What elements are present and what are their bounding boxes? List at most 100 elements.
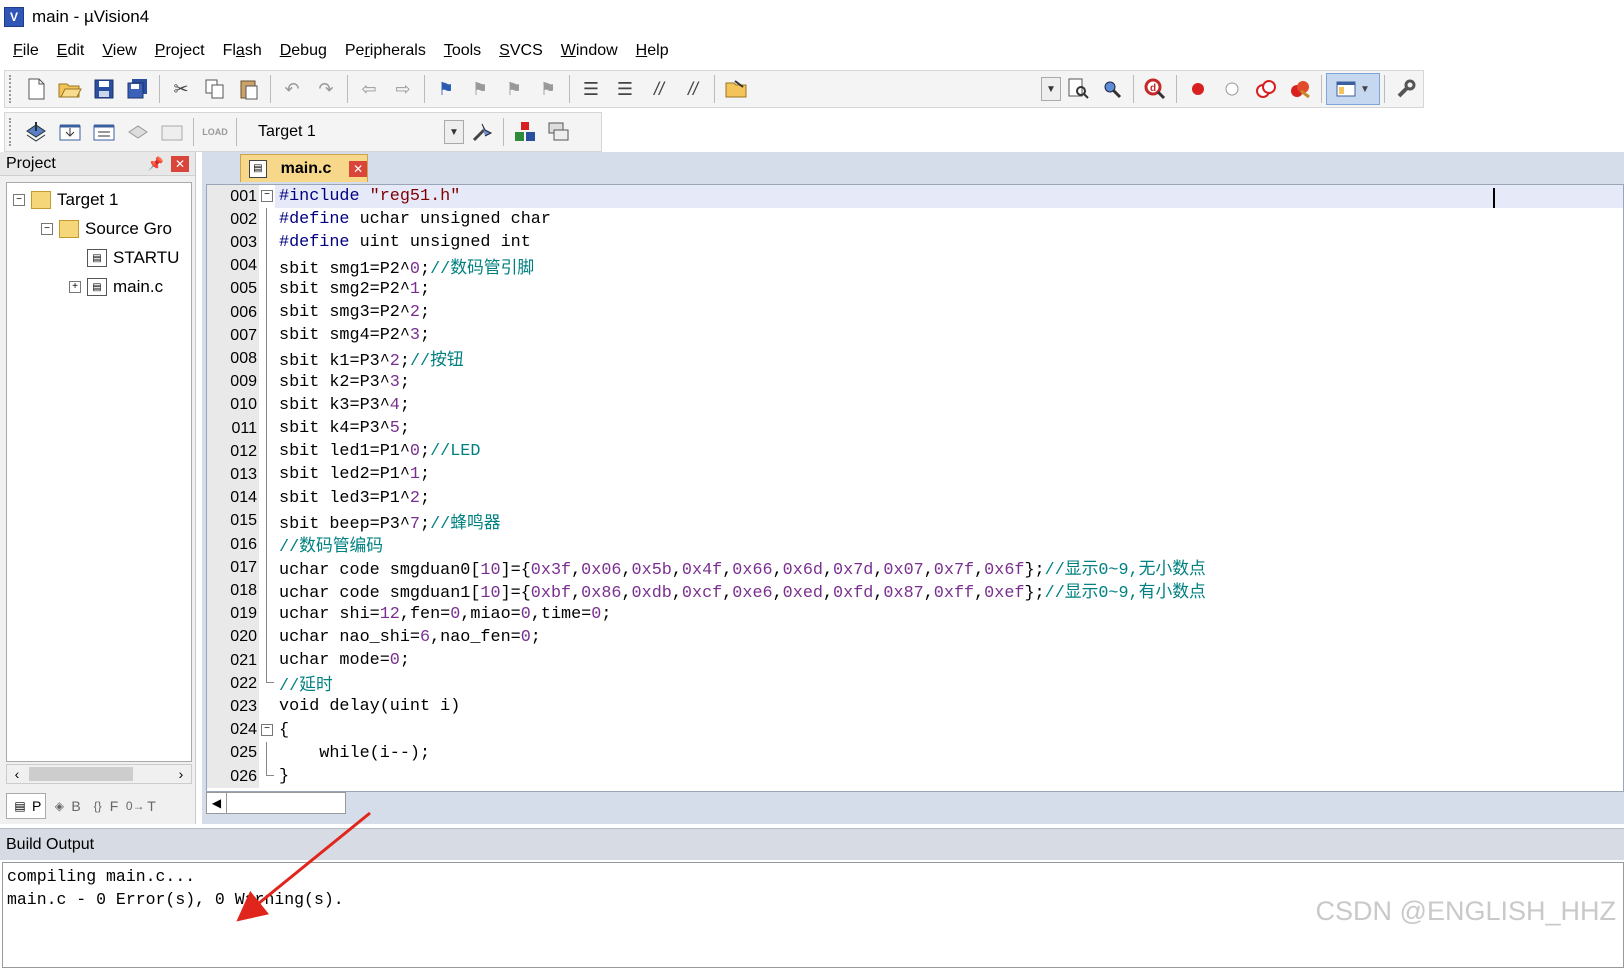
bookmark-insert-icon[interactable]: ⚑: [429, 73, 463, 105]
code-line[interactable]: 026}: [207, 765, 1623, 789]
translate-icon[interactable]: [19, 116, 53, 148]
code-line[interactable]: 003 #define uint unsigned int: [207, 231, 1623, 255]
tree-item[interactable]: − Source Gro: [41, 216, 172, 242]
rebuild-icon[interactable]: [87, 116, 121, 148]
find-icon[interactable]: [1061, 73, 1095, 105]
scroll-thumb[interactable]: [29, 767, 133, 781]
menu-file[interactable]: File: [4, 42, 48, 60]
manage-components-icon[interactable]: [508, 116, 542, 148]
code-line[interactable]: 023 void delay(uint i): [207, 695, 1623, 719]
incremental-find-icon[interactable]: [1095, 73, 1129, 105]
code-line[interactable]: 011 sbit k4=P3^5;: [207, 417, 1623, 441]
code-line[interactable]: 013 sbit led2=P1^1;: [207, 463, 1623, 487]
window-layout-icon[interactable]: ▼: [1326, 73, 1380, 105]
navigate-back-icon[interactable]: ⇦: [352, 73, 386, 105]
code-line[interactable]: 008 sbit k1=P3^2;//按钮: [207, 347, 1623, 371]
code-line[interactable]: 024−{: [207, 718, 1623, 742]
menu-help[interactable]: Help: [627, 42, 678, 60]
comment-icon[interactable]: //: [642, 73, 676, 105]
find-dropdown[interactable]: ▼: [1041, 77, 1061, 101]
toolbar-grip[interactable]: [9, 75, 13, 103]
code-line[interactable]: 012 sbit led1=P1^0;//LED: [207, 440, 1623, 464]
paste-icon[interactable]: [232, 73, 266, 105]
disable-all-breakpoints-icon[interactable]: [1249, 73, 1283, 105]
code-line[interactable]: 010 sbit k3=P3^4;: [207, 393, 1623, 417]
code-line[interactable]: 002 #define uchar unsigned char: [207, 208, 1623, 232]
tree-item[interactable]: − Target 1: [13, 187, 118, 213]
redo-icon[interactable]: ↷: [309, 73, 343, 105]
scroll-left-icon[interactable]: ◀: [207, 793, 227, 813]
code-line[interactable]: 015 sbit beep=P3^7;//蜂鸣器: [207, 509, 1623, 534]
find-in-files-icon[interactable]: [719, 73, 753, 105]
enable-breakpoint-icon[interactable]: [1215, 73, 1249, 105]
menu-edit[interactable]: Edit: [48, 42, 94, 60]
code-line[interactable]: 009 sbit k2=P3^3;: [207, 370, 1623, 394]
editor-horizontal-scrollbar[interactable]: ◀: [206, 792, 346, 814]
code-line[interactable]: 001− #include "reg51.h": [207, 185, 1623, 209]
scroll-right-icon[interactable]: ›: [171, 766, 191, 782]
tree-item[interactable]: ▤ STARTU: [69, 245, 179, 271]
code-line[interactable]: 004 sbit smg1=P2^0;//数码管引脚: [207, 254, 1623, 279]
bookmark-clear-icon[interactable]: ⚑: [531, 73, 565, 105]
code-line[interactable]: 022 //延时: [207, 672, 1623, 696]
select-packs-icon[interactable]: [542, 116, 576, 148]
copy-icon[interactable]: [198, 73, 232, 105]
pin-icon[interactable]: 📌: [147, 156, 165, 172]
uvision-app-icon[interactable]: V: [4, 7, 24, 27]
unindent-icon[interactable]: ☰: [608, 73, 642, 105]
code-line[interactable]: 016 //数码管编码: [207, 533, 1623, 557]
new-file-icon[interactable]: [19, 73, 53, 105]
project-horizontal-scrollbar[interactable]: ‹ ›: [6, 764, 192, 784]
code-line[interactable]: 005 sbit smg2=P2^1;: [207, 277, 1623, 301]
close-icon[interactable]: ✕: [171, 155, 189, 172]
panel-tab-b[interactable]: ◈ B: [46, 793, 84, 819]
collapse-icon[interactable]: −: [13, 194, 25, 206]
scroll-left-icon[interactable]: ‹: [7, 766, 27, 782]
fold-marker[interactable]: −: [259, 185, 275, 209]
code-line[interactable]: 021 uchar mode=0;: [207, 649, 1623, 673]
uncomment-icon[interactable]: //: [676, 73, 710, 105]
cut-icon[interactable]: ✂: [164, 73, 198, 105]
code-line[interactable]: 020 uchar nao_shi=6,nao_fen=0;: [207, 625, 1623, 649]
indent-icon[interactable]: ☰: [574, 73, 608, 105]
target-options-icon[interactable]: [465, 116, 499, 148]
batch-build-icon[interactable]: [121, 116, 155, 148]
panel-tab-f[interactable]: {} F: [85, 793, 123, 819]
collapse-icon[interactable]: −: [41, 223, 53, 235]
code-line[interactable]: 019 uchar shi=12,fen=0,miao=0,time=0;: [207, 602, 1623, 626]
navigate-forward-icon[interactable]: ⇨: [386, 73, 420, 105]
chevron-down-icon[interactable]: ▼: [444, 120, 464, 144]
code-line[interactable]: 007 sbit smg4=P2^3;: [207, 324, 1623, 348]
panel-tab-t[interactable]: 0→ T: [122, 793, 160, 819]
close-tab-icon[interactable]: ✕: [349, 160, 367, 177]
bookmark-next-icon[interactable]: ⚑: [497, 73, 531, 105]
undo-icon[interactable]: ↶: [275, 73, 309, 105]
debug-session-icon[interactable]: d: [1138, 73, 1172, 105]
code-line[interactable]: 018 uchar code smgduan1[10]={0xbf,0x86,0x…: [207, 579, 1623, 603]
menu-debug[interactable]: Debug: [271, 42, 336, 60]
fold-marker[interactable]: −: [259, 718, 275, 742]
collapse-icon[interactable]: −: [261, 723, 273, 736]
open-folder-icon[interactable]: [53, 73, 87, 105]
download-icon[interactable]: LOAD: [198, 116, 232, 148]
code-editor[interactable]: 001− #include "reg51.h" 002 #define uchar u…: [206, 184, 1624, 792]
menu-project[interactable]: Project: [146, 42, 214, 60]
collapse-icon[interactable]: −: [261, 190, 273, 202]
code-line[interactable]: 006 sbit smg3=P2^2;: [207, 301, 1623, 325]
menu-window[interactable]: Window: [552, 42, 627, 60]
stop-build-icon[interactable]: [155, 116, 189, 148]
panel-tab-p[interactable]: ▤ P: [6, 793, 47, 819]
menu-tools[interactable]: Tools: [435, 42, 490, 60]
bookmark-previous-icon[interactable]: ⚑: [463, 73, 497, 105]
menu-view[interactable]: View: [93, 42, 145, 60]
save-icon[interactable]: [87, 73, 121, 105]
tab-main-c[interactable]: ▤ main.c ✕: [240, 154, 368, 182]
menu-svcs[interactable]: SVCS: [490, 42, 552, 60]
code-line[interactable]: 014 sbit led3=P1^2;: [207, 486, 1623, 510]
build-icon[interactable]: [53, 116, 87, 148]
code-line[interactable]: 025 while(i--);: [207, 741, 1623, 765]
toolbar-grip[interactable]: [9, 118, 13, 146]
tree-item[interactable]: + ▤ main.c: [69, 274, 163, 300]
target-select[interactable]: Target 1 ▼: [247, 118, 465, 146]
insert-breakpoint-icon[interactable]: [1181, 73, 1215, 105]
